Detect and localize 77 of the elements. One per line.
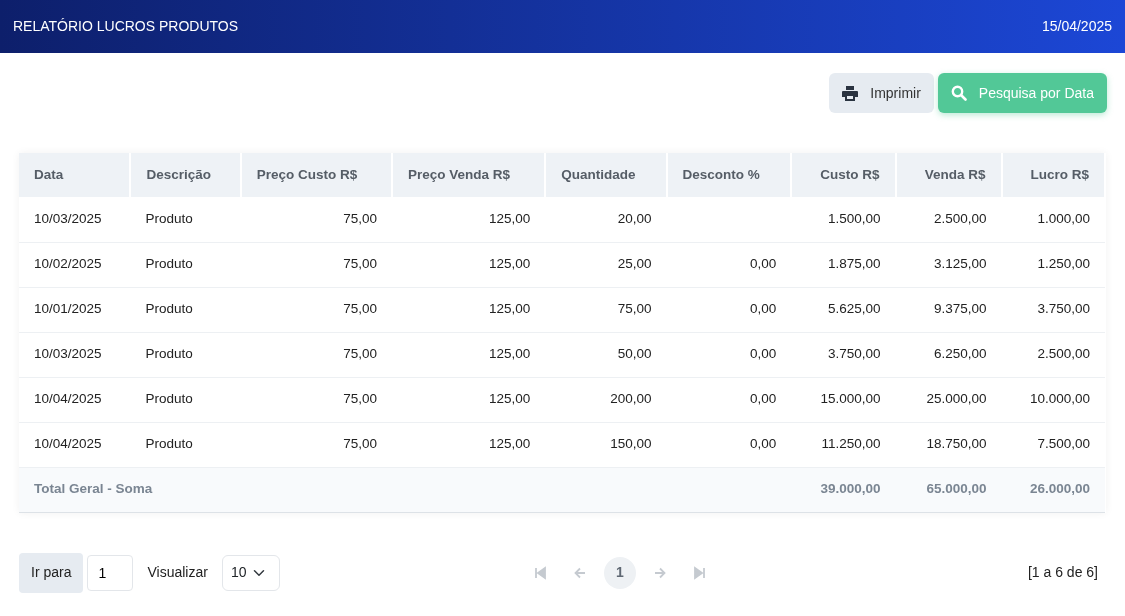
- total-cell: 65.000,00: [895, 467, 1002, 512]
- table-cell: Produto: [130, 242, 241, 287]
- column-header: Quantidade: [545, 153, 667, 197]
- column-header: Descrição: [130, 153, 241, 197]
- record-count: [1 a 6 de 6]: [1026, 563, 1099, 582]
- table-cell: 10/03/2025: [19, 332, 131, 377]
- column-header: Desconto %: [666, 153, 792, 197]
- column-header: Preço Custo R$: [240, 153, 393, 197]
- column-header: Preço Venda R$: [392, 153, 546, 197]
- search-icon: [950, 85, 967, 101]
- table-cell: 5.625,00: [791, 287, 896, 332]
- total-label: Total Geral - Soma: [19, 467, 792, 512]
- table-cell: 125,00: [392, 197, 546, 242]
- table-cell: 11.250,00: [791, 422, 896, 467]
- table-cell: 25,00: [545, 242, 667, 287]
- table-cell: 2.500,00: [1001, 332, 1105, 377]
- table-cell: 1.500,00: [791, 197, 896, 242]
- printer-icon: [842, 85, 859, 101]
- table-cell: 125,00: [392, 422, 546, 467]
- table-cell: 3.750,00: [1001, 287, 1105, 332]
- table-cell: 0,00: [666, 332, 792, 377]
- go-to-label: Ir para: [19, 552, 84, 593]
- page-number-field[interactable]: 1: [87, 554, 134, 591]
- table-cell: 10/04/2025: [19, 422, 131, 467]
- table-cell: 125,00: [392, 287, 546, 332]
- table-cell: 75,00: [240, 422, 393, 467]
- table-cell: 9.375,00: [895, 287, 1002, 332]
- table-cell: 75,00: [545, 287, 667, 332]
- table-cell: 125,00: [392, 377, 546, 422]
- table-cell: 3.125,00: [895, 242, 1002, 287]
- total-cell: 26.000,00: [1001, 467, 1105, 512]
- table-cell: Produto: [130, 377, 241, 422]
- table-cell: 7.500,00: [1001, 422, 1105, 467]
- table-cell: 1.875,00: [791, 242, 896, 287]
- table-cell: Produto: [130, 422, 241, 467]
- table-cell: 50,00: [545, 332, 667, 377]
- table-cell: 0,00: [666, 422, 792, 467]
- table-cell: 0,00: [666, 242, 792, 287]
- report-title: RELATÓRIO LUCROS PRODUTOS: [13, 17, 239, 36]
- table-cell: 10/03/2025: [19, 197, 131, 242]
- table-cell: 10/02/2025: [19, 242, 131, 287]
- table-cell: 1.000,00: [1001, 197, 1105, 242]
- table-cell: 75,00: [240, 377, 393, 422]
- table-cell: 75,00: [240, 287, 393, 332]
- total-cell: 39.000,00: [791, 467, 896, 512]
- report-date: 15/04/2025: [1041, 17, 1112, 36]
- table-cell: 1.250,00: [1001, 242, 1105, 287]
- table-cell: 18.750,00: [895, 422, 1002, 467]
- page-size-label: Visualizar: [147, 563, 208, 582]
- page-button[interactable]: 1: [603, 556, 636, 589]
- table-cell: 75,00: [240, 242, 393, 287]
- table-cell: 6.250,00: [895, 332, 1002, 377]
- column-header: Venda R$: [895, 153, 1002, 197]
- table-cell: 20,00: [545, 197, 667, 242]
- table-cell: 75,00: [240, 197, 393, 242]
- table-cell: 0,00: [666, 377, 792, 422]
- table-cell: 3.750,00: [791, 332, 896, 377]
- table-cell: 150,00: [545, 422, 667, 467]
- table-cell: Produto: [130, 287, 241, 332]
- table-cell: 125,00: [392, 332, 546, 377]
- table-cell: 75,00: [240, 332, 393, 377]
- table-cell: 2.500,00: [895, 197, 1002, 242]
- table-cell: 10.000,00: [1001, 377, 1105, 422]
- table-cell: 15.000,00: [791, 377, 896, 422]
- table-cell: Produto: [130, 197, 241, 242]
- table-cell: 25.000,00: [895, 377, 1002, 422]
- table-cell: 125,00: [392, 242, 546, 287]
- table-cell: 10/04/2025: [19, 377, 131, 422]
- table-cell: 0,00: [666, 287, 792, 332]
- table-cell: 10/01/2025: [19, 287, 131, 332]
- table-cell: Produto: [130, 332, 241, 377]
- column-header: Custo R$: [791, 153, 896, 197]
- column-header: Data: [19, 153, 131, 197]
- print-button[interactable]: Imprimir: [829, 73, 934, 113]
- page-size-select[interactable]: 10: [221, 554, 280, 591]
- table-cell: 200,00: [545, 377, 667, 422]
- column-header: Lucro R$: [1001, 153, 1105, 197]
